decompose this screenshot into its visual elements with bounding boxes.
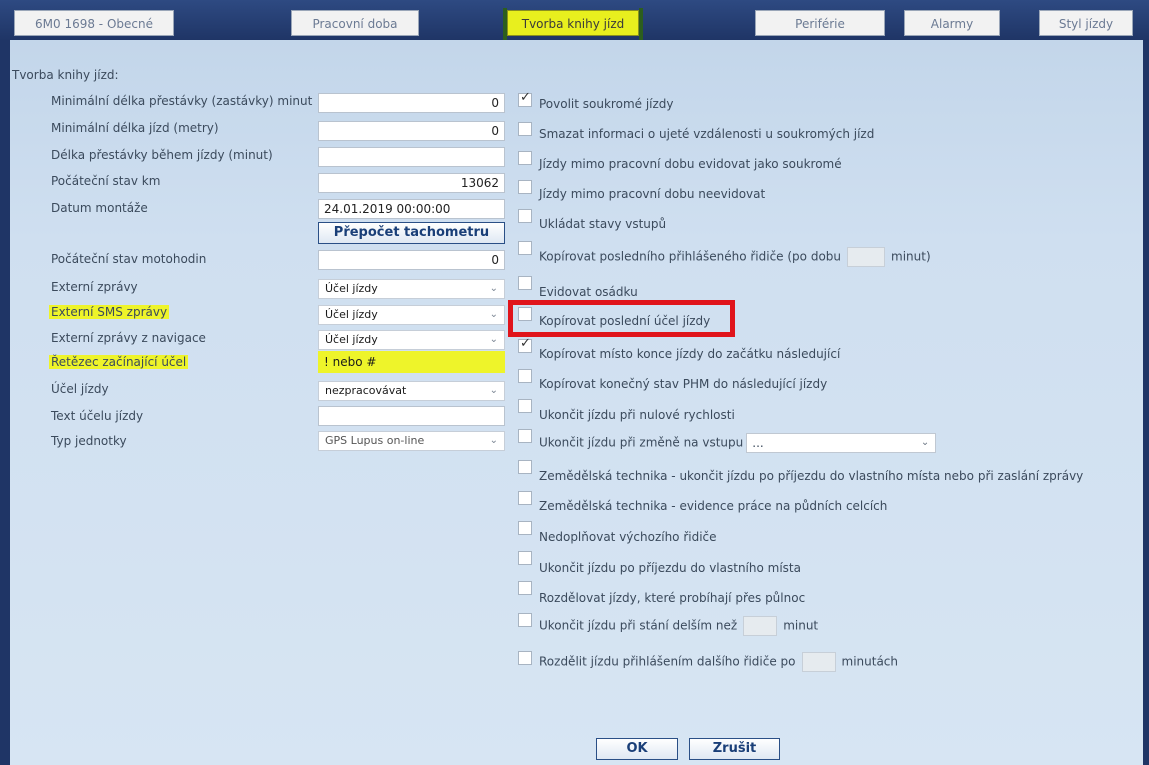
highlight-box xyxy=(508,300,735,337)
option-checkbox[interactable] xyxy=(518,581,532,595)
option-row-standing: Ukončit jízdu při stání delším než minut xyxy=(539,616,818,636)
unit-type-label: Typ jednotky xyxy=(51,434,127,448)
option-label: Evidovat osádku xyxy=(539,285,638,299)
start-km-label: Počáteční stav km xyxy=(51,174,161,188)
cancel-button[interactable]: Zrušit xyxy=(689,738,780,760)
option-label: Povolit soukromé jízdy xyxy=(539,97,674,111)
option-label: Jízdy mimo pracovní dobu neevidovat xyxy=(539,187,766,201)
input-select-value: ... xyxy=(752,436,764,450)
ext-sms-label: Externí SMS zprávy xyxy=(49,305,170,319)
option-checkbox[interactable] xyxy=(518,90,532,107)
standing-minutes-input[interactable] xyxy=(743,616,778,636)
purpose-text-label: Text účelu jízdy xyxy=(51,409,144,423)
option-label: Smazat informaci o ujeté vzdálenosti u s… xyxy=(539,127,875,141)
unit-type-value: GPS Lupus on-line xyxy=(325,434,425,447)
option-checkbox[interactable] xyxy=(518,460,532,474)
option-checkbox[interactable] xyxy=(518,491,532,505)
option-checkbox[interactable] xyxy=(518,151,532,165)
ext-msg-value: Účel jízdy xyxy=(325,282,378,295)
ext-nav-label: Externí zprávy z navigace xyxy=(51,331,206,345)
min-stop-input[interactable]: 0 xyxy=(318,93,505,113)
option-label: Jízdy mimo pracovní dobu evidovat jako s… xyxy=(539,157,842,171)
purpose-text-input[interactable] xyxy=(318,406,505,426)
option-suffix: minut xyxy=(783,618,819,633)
recalc-tachometer-button[interactable]: Přepočet tachometru xyxy=(318,222,505,244)
tab-logbook[interactable]: Tvorba knihy jízd xyxy=(503,8,643,40)
option-label: Rozdělit jízdu přihlášením dalšího řidič… xyxy=(539,654,796,669)
option-row-copy-driver: Kopírovat posledního přihlášeného řidiče… xyxy=(539,247,931,267)
tab-bar: 6M0 1698 - Obecné Pracovní doba Tvorba k… xyxy=(0,0,1149,40)
chevron-down-icon: ⌄ xyxy=(920,437,930,448)
option-label: Zemědělská technika - ukončit jízdu po p… xyxy=(539,469,1084,483)
chevron-down-icon: ⌄ xyxy=(489,334,498,345)
option-label: Nedoplňovat výchozího řidiče xyxy=(539,530,717,544)
option-suffix: minutách xyxy=(841,654,899,669)
option-checkbox[interactable] xyxy=(518,651,532,665)
option-label: Ukončit jízdu při stání delším než xyxy=(539,618,738,633)
install-date-input[interactable]: 24.01.2019 00:00:00 xyxy=(318,199,505,219)
option-label: Kopírovat místo konce jízdy do začátku n… xyxy=(539,347,841,361)
ext-sms-value: Účel jízdy xyxy=(325,308,378,321)
purpose-select[interactable]: nezpracovávat ⌄ xyxy=(318,381,505,401)
option-label: Ukládat stavy vstupů xyxy=(539,217,667,231)
option-checkbox[interactable] xyxy=(518,369,532,383)
chevron-down-icon: ⌄ xyxy=(489,283,498,294)
ext-msg-select[interactable]: Účel jízdy ⌄ xyxy=(318,279,505,299)
tab-general[interactable]: 6M0 1698 - Obecné xyxy=(14,10,174,36)
option-checkbox[interactable] xyxy=(518,241,532,255)
chevron-down-icon: ⌄ xyxy=(489,385,498,396)
option-checkbox[interactable] xyxy=(518,399,532,413)
start-hours-input[interactable]: 0 xyxy=(318,250,505,270)
tab-alarms[interactable]: Alarmy xyxy=(904,10,1000,36)
option-label: Zemědělská technika - evidence práce na … xyxy=(539,499,888,513)
option-suffix: minut) xyxy=(891,249,931,264)
left-edge xyxy=(0,40,10,765)
tab-peripherals[interactable]: Periférie xyxy=(755,10,885,36)
option-checkbox[interactable] xyxy=(518,429,532,443)
option-checkbox[interactable] xyxy=(518,613,532,627)
min-stop-label: Minimální délka přestávky (zastávky) min… xyxy=(51,94,313,108)
start-hours-label: Počáteční stav motohodin xyxy=(51,252,207,266)
chevron-down-icon: ⌄ xyxy=(489,435,498,446)
break-label: Délka přestávky během jízdy (minut) xyxy=(51,148,273,162)
option-label: Ukončit jízdu při změně na vstupu xyxy=(539,435,744,450)
min-trip-input[interactable]: 0 xyxy=(318,121,505,141)
ok-button[interactable]: OK xyxy=(596,738,678,760)
option-label: Rozdělovat jízdy, které probíhají přes p… xyxy=(539,591,806,605)
chain-input[interactable]: ! nebo # xyxy=(318,351,505,373)
option-checkbox[interactable] xyxy=(518,276,532,290)
unit-type-select[interactable]: GPS Lupus on-line ⌄ xyxy=(318,431,505,451)
option-checkbox[interactable] xyxy=(518,521,532,535)
purpose-label: Účel jízdy xyxy=(51,382,109,396)
ext-sms-select[interactable]: Účel jízdy ⌄ xyxy=(318,305,505,325)
ext-nav-select[interactable]: Účel jízdy ⌄ xyxy=(318,330,505,350)
option-row-next-driver: Rozdělit jízdu přihlášením dalšího řidič… xyxy=(539,652,898,672)
chain-label: Řetězec začínající účel xyxy=(49,355,189,369)
start-km-input[interactable]: 13062 xyxy=(318,173,505,193)
break-input[interactable] xyxy=(318,147,505,167)
option-label: Ukončit jízdu po příjezdu do vlastního m… xyxy=(539,561,801,575)
install-date-label: Datum montáže xyxy=(51,201,148,215)
section-title: Tvorba knihy jízd: xyxy=(12,68,119,82)
option-checkbox[interactable] xyxy=(518,551,532,565)
purpose-value: nezpracovávat xyxy=(325,384,407,397)
tab-working-hours[interactable]: Pracovní doba xyxy=(291,10,419,36)
option-label: Kopírovat konečný stav PHM do následujíc… xyxy=(539,377,828,391)
ext-nav-value: Účel jízdy xyxy=(325,333,378,346)
min-trip-label: Minimální délka jízd (metry) xyxy=(51,121,219,135)
option-checkbox[interactable] xyxy=(518,180,532,194)
tab-driving-style[interactable]: Styl jízdy xyxy=(1039,10,1133,36)
option-label: Ukončit jízdu při nulové rychlosti xyxy=(539,408,735,422)
chevron-down-icon: ⌄ xyxy=(489,309,498,320)
option-label: Kopírovat posledního přihlášeného řidiče… xyxy=(539,249,842,264)
driver-minutes-input[interactable] xyxy=(847,247,886,267)
option-checkbox[interactable] xyxy=(518,209,532,223)
option-checkbox[interactable] xyxy=(518,336,532,353)
option-row-input-change: Ukončit jízdu při změně na vstupu... ⌄ xyxy=(539,433,937,453)
option-checkbox[interactable] xyxy=(518,122,532,136)
input-select[interactable]: ... ⌄ xyxy=(746,433,937,453)
next-driver-minutes-input[interactable] xyxy=(801,652,836,672)
ext-msg-label: Externí zprávy xyxy=(51,280,138,294)
